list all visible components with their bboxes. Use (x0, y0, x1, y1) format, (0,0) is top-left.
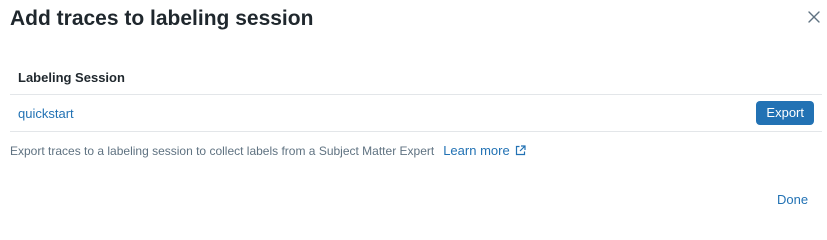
dialog-title: Add traces to labeling session (10, 7, 314, 30)
column-header-labeling-session: Labeling Session (18, 69, 125, 85)
table-header: Labeling Session (10, 60, 822, 95)
add-traces-dialog: Add traces to labeling session Labeling … (0, 0, 827, 220)
learn-more-label: Learn more (443, 143, 510, 158)
help-text-line: Export traces to a labeling session to c… (10, 143, 526, 158)
close-icon (808, 10, 820, 28)
table-row: quickstart Export (10, 95, 822, 132)
done-button[interactable]: Done (777, 192, 808, 207)
labeling-session-table: Labeling Session quickstart Export (10, 60, 822, 132)
external-link-icon (515, 145, 526, 156)
learn-more-link[interactable]: Learn more (443, 143, 526, 158)
export-button[interactable]: Export (756, 101, 814, 125)
session-link-quickstart[interactable]: quickstart (10, 106, 74, 121)
help-description: Export traces to a labeling session to c… (10, 143, 435, 158)
close-button[interactable] (803, 8, 825, 30)
